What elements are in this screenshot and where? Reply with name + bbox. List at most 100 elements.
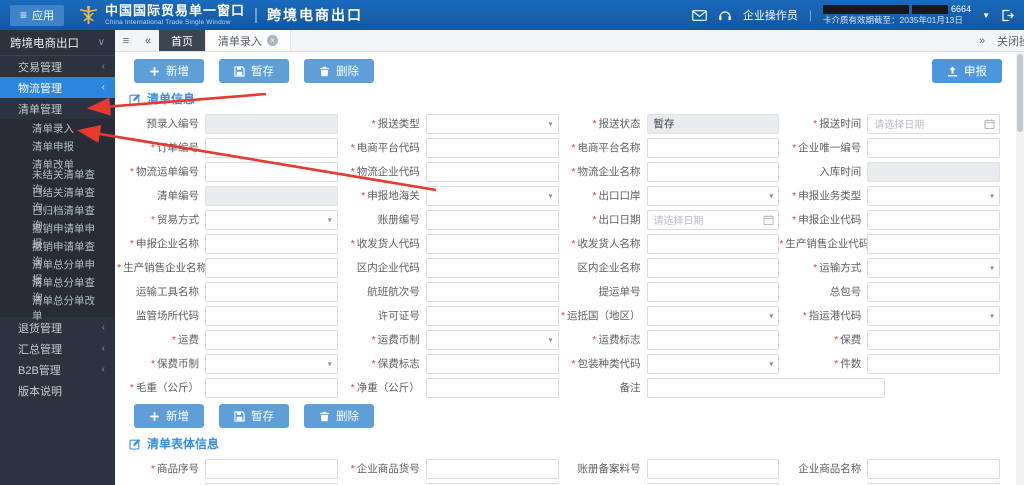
- text-input[interactable]: [646, 137, 780, 158]
- form-field-保费标志: * 保费标志: [338, 353, 559, 374]
- scroll-tabs-left-icon[interactable]: «: [137, 30, 159, 51]
- select-input[interactable]: ▾: [867, 257, 1000, 278]
- text-input[interactable]: [646, 281, 780, 302]
- text-input[interactable]: [205, 137, 338, 158]
- text-input[interactable]: [205, 161, 338, 182]
- sidebar-subitem-清单申报[interactable]: 清单申报: [0, 137, 115, 155]
- text-input[interactable]: [425, 353, 559, 374]
- text-input[interactable]: [425, 257, 559, 278]
- header-toolbar: 新增 暂存 删除 申报: [115, 52, 1016, 88]
- form-field-清单编号: 清单编号: [117, 185, 338, 206]
- readonly-input: 暂存: [646, 113, 780, 134]
- 暂存-button[interactable]: 暂存: [219, 59, 289, 83]
- text-input[interactable]: [205, 458, 338, 479]
- form-field-运费: * 运费: [117, 329, 338, 350]
- menu-toggle-icon[interactable]: ≡: [115, 30, 137, 51]
- text-input[interactable]: [205, 281, 338, 302]
- sidebar-item-交易管理[interactable]: 交易管理 ‹: [0, 56, 115, 77]
- text-input[interactable]: [646, 377, 885, 398]
- text-input[interactable]: [425, 305, 559, 326]
- form-field-账册备案料号: 账册备案料号: [559, 458, 780, 479]
- scroll-tabs-right-icon[interactable]: »: [975, 35, 989, 47]
- form-field-许可证号: 许可证号: [338, 305, 559, 326]
- text-input[interactable]: [425, 161, 559, 182]
- text-input[interactable]: [867, 281, 1000, 302]
- 新增-button[interactable]: 新增: [134, 59, 204, 83]
- account-id-suffix: 6664: [951, 4, 972, 15]
- select-input[interactable]: ▾: [205, 353, 338, 374]
- form-field-企业商品货号: * 企业商品货号: [338, 458, 559, 479]
- sidebar-item-B2B管理[interactable]: B2B管理 ‹: [0, 359, 115, 380]
- select-input[interactable]: ▾: [646, 185, 780, 206]
- trash-icon: [319, 66, 330, 77]
- text-input[interactable]: [205, 305, 338, 326]
- text-input[interactable]: [425, 377, 559, 398]
- scrollbar-thumb[interactable]: [1017, 54, 1023, 132]
- text-input[interactable]: [646, 257, 780, 278]
- select-input[interactable]: ▾: [205, 209, 338, 230]
- save-icon: [234, 410, 245, 422]
- text-input[interactable]: [867, 353, 1000, 374]
- account-info[interactable]: 6664 卡介质有效期截至：2035年01月13日: [823, 4, 971, 26]
- sidebar-subitem-清单总分单改单[interactable]: 清单总分单改单: [0, 295, 115, 322]
- sidebar-item-版本说明[interactable]: 版本说明: [0, 380, 115, 401]
- select-input[interactable]: ▾: [867, 305, 1000, 326]
- vertical-scrollbar[interactable]: [1016, 52, 1024, 485]
- text-input[interactable]: [867, 137, 1000, 158]
- 删除-button[interactable]: 删除: [304, 404, 374, 428]
- text-input[interactable]: [867, 458, 1000, 479]
- account-caret-icon[interactable]: ▼: [982, 11, 990, 20]
- logout-icon[interactable]: [1001, 9, 1014, 22]
- tab-list-entry[interactable]: 清单录入 ×: [205, 30, 291, 51]
- text-input[interactable]: [646, 233, 780, 254]
- sidebar-subitem-清单录入[interactable]: 清单录入: [0, 119, 115, 137]
- 暂存-button[interactable]: 暂存: [219, 404, 289, 428]
- select-input[interactable]: ▾: [867, 185, 1000, 206]
- text-input[interactable]: [425, 281, 559, 302]
- text-input[interactable]: [425, 233, 559, 254]
- form-field-商品序号: * 商品序号: [117, 458, 338, 479]
- text-input[interactable]: [205, 329, 338, 350]
- form-field-报送状态: * 报送状态 暂存: [559, 113, 780, 134]
- apps-menu-button[interactable]: ≡ 应用: [10, 4, 65, 26]
- declare-button[interactable]: 申报: [932, 59, 1002, 83]
- date-input[interactable]: 请选择日期: [646, 209, 780, 230]
- mail-icon[interactable]: [692, 9, 707, 22]
- close-operations-menu[interactable]: 关闭操作: [997, 33, 1024, 49]
- text-input[interactable]: [867, 329, 1000, 350]
- form-field-物流运单编号: * 物流运单编号: [117, 161, 338, 182]
- sidebar-item-清单管理[interactable]: 清单管理 ∨: [0, 98, 115, 119]
- form-field-企业唯一编号: * 企业唯一编号: [779, 137, 1000, 158]
- select-input[interactable]: ▾: [646, 353, 780, 374]
- text-input[interactable]: [646, 161, 780, 182]
- sidebar-item-汇总管理[interactable]: 汇总管理 ‹: [0, 338, 115, 359]
- select-input[interactable]: ▾: [425, 329, 559, 350]
- form-field-生产销售企业代码: * 生产销售企业代码: [779, 233, 1000, 254]
- text-input[interactable]: [205, 233, 338, 254]
- form-field-报送类型: * 报送类型 ▾: [338, 113, 559, 134]
- text-input[interactable]: [425, 458, 559, 479]
- select-input[interactable]: ▾: [425, 113, 559, 134]
- sidebar: 跨境电商出口 ∨ 交易管理 ‹ 物流管理 ‹ 清单管理 ∨ 清单录入 清单申报 …: [0, 30, 115, 485]
- select-input[interactable]: ▾: [425, 185, 559, 206]
- close-tab-icon[interactable]: ×: [267, 35, 278, 46]
- text-input[interactable]: [205, 377, 338, 398]
- text-input[interactable]: [867, 209, 1000, 230]
- headset-icon[interactable]: [718, 9, 732, 22]
- 新增-button[interactable]: 新增: [134, 404, 204, 428]
- text-input[interactable]: [646, 458, 780, 479]
- redacted-account-name: [823, 5, 910, 15]
- text-input[interactable]: [867, 233, 1000, 254]
- text-input[interactable]: [425, 209, 559, 230]
- tab-home[interactable]: 首页: [159, 30, 205, 51]
- hamburger-icon: ≡: [20, 8, 28, 22]
- 删除-button[interactable]: 删除: [304, 59, 374, 83]
- select-input[interactable]: ▾: [646, 305, 780, 326]
- text-input[interactable]: [646, 329, 780, 350]
- sidebar-item-物流管理[interactable]: 物流管理 ‹: [0, 77, 115, 98]
- plus-icon: [149, 411, 160, 422]
- date-input[interactable]: 请选择日期: [867, 113, 1000, 134]
- text-input[interactable]: [205, 257, 338, 278]
- sidebar-root-menu[interactable]: 跨境电商出口 ∨: [0, 30, 115, 56]
- text-input[interactable]: [425, 137, 559, 158]
